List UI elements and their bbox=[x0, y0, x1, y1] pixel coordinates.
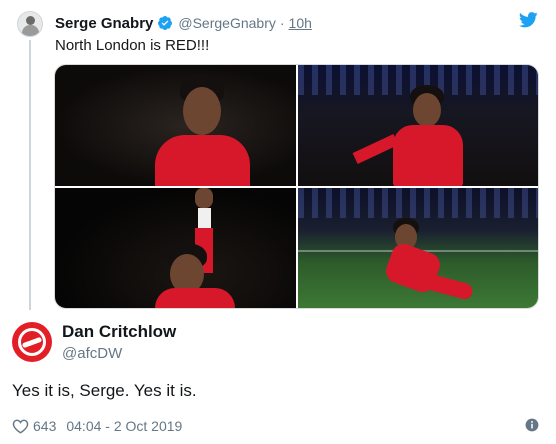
verified-badge-icon bbox=[158, 16, 173, 30]
quoted-tweet-time[interactable]: 10h bbox=[289, 15, 312, 31]
tweet-timestamp[interactable]: 04:04 - 2 Oct 2019 bbox=[66, 418, 182, 434]
stadium-lights bbox=[298, 188, 538, 218]
info-icon[interactable] bbox=[525, 418, 539, 432]
photo-1[interactable] bbox=[55, 65, 296, 186]
player-arm bbox=[352, 134, 399, 164]
player-face bbox=[413, 93, 441, 127]
photo-3[interactable] bbox=[55, 188, 296, 308]
serge-avatar[interactable] bbox=[17, 11, 43, 37]
quoted-tweet-header: Serge Gnabry @SergeGnabry · 10h bbox=[55, 13, 312, 33]
thread-line bbox=[29, 40, 31, 310]
reply-author-name[interactable]: Dan Critchlow bbox=[62, 322, 176, 342]
photo-4[interactable] bbox=[298, 188, 538, 308]
reply-tweet-text: Yes it is, Serge. Yes it is. bbox=[12, 381, 197, 400]
player-leg bbox=[416, 271, 475, 301]
photo-2[interactable] bbox=[298, 65, 538, 186]
quoted-author-name[interactable]: Serge Gnabry bbox=[55, 15, 153, 32]
avatar-torso bbox=[22, 25, 39, 36]
separator-dot: · bbox=[279, 15, 285, 31]
wrist-tape bbox=[198, 208, 211, 228]
reply-author-handle[interactable]: @afcDW bbox=[62, 345, 122, 362]
quoted-tweet[interactable]: Serge Gnabry @SergeGnabry · 10h North Lo… bbox=[0, 0, 556, 310]
player-shirt bbox=[393, 125, 463, 186]
player-shirt bbox=[155, 135, 250, 186]
photo-grid bbox=[54, 64, 539, 309]
arsenal-crest-avatar[interactable] bbox=[12, 322, 52, 362]
tweet-footer: 643 04:04 - 2 Oct 2019 bbox=[12, 416, 182, 436]
twitter-bird-icon[interactable] bbox=[519, 12, 538, 28]
player-face bbox=[183, 87, 221, 135]
player-fist bbox=[195, 188, 213, 208]
quoted-tweet-text: North London is RED!!! bbox=[55, 37, 210, 54]
like-count[interactable]: 643 bbox=[33, 418, 56, 434]
player-shirt bbox=[155, 288, 235, 308]
avatar-head bbox=[26, 16, 35, 25]
heart-icon[interactable] bbox=[12, 418, 29, 434]
quoted-author-handle[interactable]: @SergeGnabry bbox=[178, 15, 275, 31]
